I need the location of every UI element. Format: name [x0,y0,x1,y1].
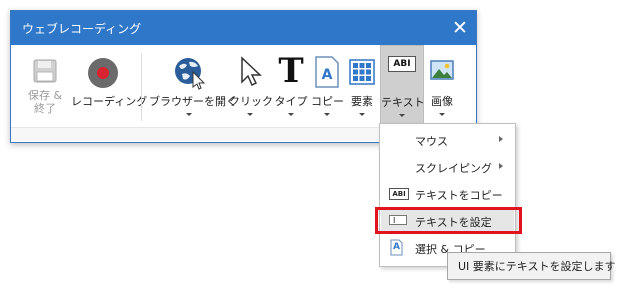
abi-text-glyph: ABI [392,190,406,198]
submenu-arrow-icon [499,163,503,169]
record-icon [88,58,118,88]
click-dropdown-arrow [247,113,253,116]
grid-elements-icon [349,59,375,85]
menu-item-label: テキストをコピー [415,189,503,202]
text-dropdown-menu: マウス スクレイピング ABI テキストをコピー I テキストを設定 A 選択 … [379,123,516,267]
window-title: ウェブレコーディング [22,21,142,36]
type-button[interactable]: T タイプ [273,45,309,127]
menu-item-copy-text[interactable]: ABI テキストをコピー [381,181,514,206]
highlight-annotation-box [375,207,522,234]
document-a-glyph: A [393,242,400,252]
menu-item-label: マウス [415,135,448,148]
click-button[interactable]: クリック [229,45,273,127]
recording-label: レコーディング [71,95,148,108]
copy-label: コピー [311,95,344,108]
abi-text-icon: ABI [388,56,416,72]
save-and-end-label-line1: 保存 & [27,89,63,102]
picture-icon [430,60,454,80]
floppy-disk-icon [33,59,57,83]
menu-item-label: スクレイピング [415,162,492,175]
elements-label: 要素 [351,95,373,108]
globe-cursor-icon [175,58,206,90]
copy-icon-glyph: A [321,67,333,83]
image-button[interactable]: 画像 [425,45,459,127]
save-and-end-button[interactable]: 保存 & 終了 [23,45,67,127]
type-label: タイプ [274,95,308,108]
click-label: クリック [229,95,273,108]
image-label: 画像 [431,95,453,108]
recording-button[interactable]: レコーディング [71,45,148,127]
elements-dropdown-arrow [359,113,365,116]
copy-button[interactable]: A コピー [311,45,344,127]
open-browser-button[interactable]: ブラウザーを開く [149,45,237,127]
toolbar-separator [141,53,142,121]
text-dropdown-arrow [399,114,405,117]
menu-item-scraping[interactable]: スクレイピング [381,154,514,179]
open-browser-label: ブラウザーを開く [149,95,237,108]
save-and-end-label-line2: 終了 [34,102,56,115]
type-t-icon: T [278,51,304,91]
elements-button[interactable]: 要素 [345,45,379,127]
mouse-pointer-icon [241,56,262,87]
open-browser-dropdown-arrow [186,113,192,116]
type-dropdown-arrow [288,113,294,116]
copy-dropdown-arrow [324,113,330,116]
abi-text-glyph: ABI [393,59,411,69]
text-button[interactable]: ABI テキスト [380,45,425,127]
abi-text-icon: ABI [389,188,409,200]
tooltip: UI 要素にテキストを設定します [447,252,615,280]
menu-item-mouse[interactable]: マウス [381,127,514,152]
title-bar[interactable]: ウェブレコーディング ✕ [11,11,476,45]
submenu-arrow-icon [499,136,503,142]
text-label: テキスト [381,96,425,109]
image-dropdown-arrow [439,113,445,116]
close-button[interactable]: ✕ [444,11,476,45]
